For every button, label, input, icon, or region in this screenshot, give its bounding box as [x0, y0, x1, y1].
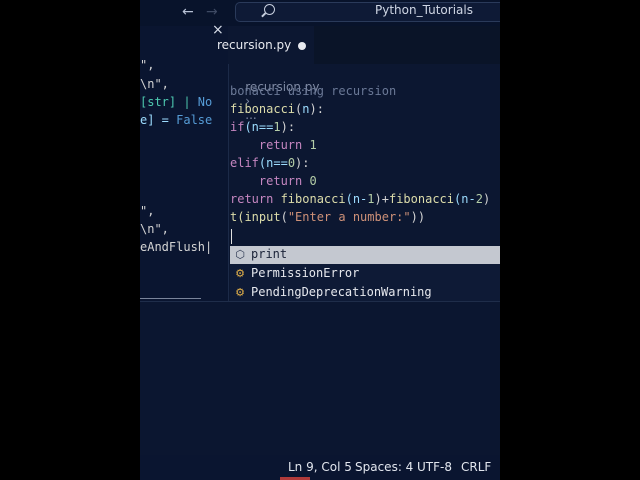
suggestion-label: PermissionError: [251, 266, 360, 280]
class-icon: ⚙: [235, 286, 245, 299]
code-punct: (: [280, 210, 288, 224]
code-number: 0: [287, 156, 296, 170]
panel-line: [str] | No: [140, 95, 212, 109]
code-keyword: return: [258, 174, 303, 188]
unsaved-dot-icon[interactable]: [298, 42, 306, 50]
panel-line: ",: [140, 58, 155, 72]
code-line[interactable]: fibonacci(n):: [230, 102, 324, 116]
code-keyword: elif: [230, 156, 259, 170]
vscode-window: ← → Python_Tutorials × ", \n", [str] | N…: [140, 0, 500, 480]
suggestion-label: print: [251, 247, 288, 261]
code-line[interactable]: bonacci using recursion: [230, 84, 396, 98]
close-icon[interactable]: ×: [212, 22, 224, 38]
title-bar: ← → Python_Tutorials: [140, 0, 500, 26]
panel-type-text: No: [197, 95, 213, 109]
status-eol[interactable]: CRLF: [461, 460, 491, 474]
code-punct: )): [410, 210, 426, 224]
cube-icon: ⬡: [235, 248, 245, 261]
panel-line: \n",: [140, 222, 169, 236]
code-punct: ):: [309, 102, 324, 116]
status-indentation[interactable]: Spaces: 4: [355, 460, 413, 474]
code-line[interactable]: t(input("Enter a number:")): [230, 210, 425, 224]
panel-line: e] = False: [140, 113, 212, 127]
tab-recursion-py[interactable]: recursion.py: [217, 26, 314, 64]
status-cursor-position[interactable]: Ln 9, Col 5: [288, 460, 352, 474]
code-expr: (n==: [258, 156, 288, 170]
code-line[interactable]: return 0: [230, 174, 317, 188]
code-punct: ): [482, 192, 491, 206]
panel-divider: [140, 298, 201, 299]
left-debug-panel: × ", \n", [str] | No e] = False ", \n", …: [140, 22, 229, 306]
panel-param-text: e] =: [140, 113, 177, 127]
back-arrow-icon[interactable]: ←: [182, 4, 194, 20]
code-keyword: return: [258, 138, 303, 152]
code-number: 0: [302, 174, 317, 188]
code-comment: bonacci using recursion: [230, 84, 397, 98]
code-number: 1: [302, 138, 317, 152]
command-center-text: Python_Tutorials: [375, 3, 473, 17]
suggestion-item-print[interactable]: ⬡ print: [230, 246, 500, 264]
panel-line: ",: [140, 204, 155, 218]
suggestion-item-permissionerror[interactable]: ⚙ PermissionError: [230, 265, 500, 283]
forward-arrow-icon: →: [206, 4, 218, 20]
code-line[interactable]: return 1: [230, 138, 317, 152]
suggestion-item-pendingdeprecationwarning[interactable]: ⚙ PendingDeprecationWarning: [230, 284, 500, 302]
code-punct: )+: [374, 192, 389, 206]
code-string: "Enter a number:": [287, 210, 411, 224]
code-expr: (n==: [244, 120, 274, 134]
status-encoding[interactable]: UTF-8: [417, 460, 452, 474]
code-number: 1: [273, 120, 281, 134]
code-function-name: fibonacci: [273, 192, 346, 206]
status-bar: Ln 9, Col 5 Spaces: 4 UTF-8 CRLF: [140, 455, 500, 480]
code-number: 1: [367, 192, 375, 206]
tab-strip: recursion.py: [217, 26, 500, 64]
code-function-name: t(: [230, 210, 245, 224]
code-line[interactable]: return fibonacci(n-1)+fibonacci(n-2): [230, 192, 490, 206]
panel-type-text: [str] |: [140, 95, 198, 109]
code-number: 2: [475, 192, 483, 206]
code-param: n: [302, 102, 310, 116]
code-function-name: fibonacci: [388, 192, 455, 206]
code-punct: ):: [280, 120, 296, 134]
text-cursor: [231, 229, 232, 244]
code-punct: ):: [295, 156, 310, 170]
panel-value-text: False: [176, 113, 213, 127]
lower-panel: [140, 302, 500, 455]
code-expr: (n-: [345, 192, 368, 206]
panel-line: eAndFlush|: [140, 240, 213, 254]
suggestion-label: PendingDeprecationWarning: [251, 285, 432, 299]
code-line[interactable]: if(n==1):: [230, 120, 295, 134]
code-function-name: fibonacci: [230, 102, 296, 116]
search-icon: [264, 4, 275, 15]
code-keyword: if: [230, 120, 245, 134]
code-keyword: return: [230, 192, 274, 206]
suggestion-widget: ⬡ print ⚙ PermissionError ⚙ PendingDepre…: [230, 246, 500, 302]
class-icon: ⚙: [235, 267, 245, 280]
code-expr: (n-: [454, 192, 476, 206]
code-function-name: input: [244, 210, 281, 224]
tab-label: recursion.py: [217, 38, 292, 52]
code-line[interactable]: elif(n==0):: [230, 156, 310, 170]
panel-line: \n",: [140, 77, 169, 91]
